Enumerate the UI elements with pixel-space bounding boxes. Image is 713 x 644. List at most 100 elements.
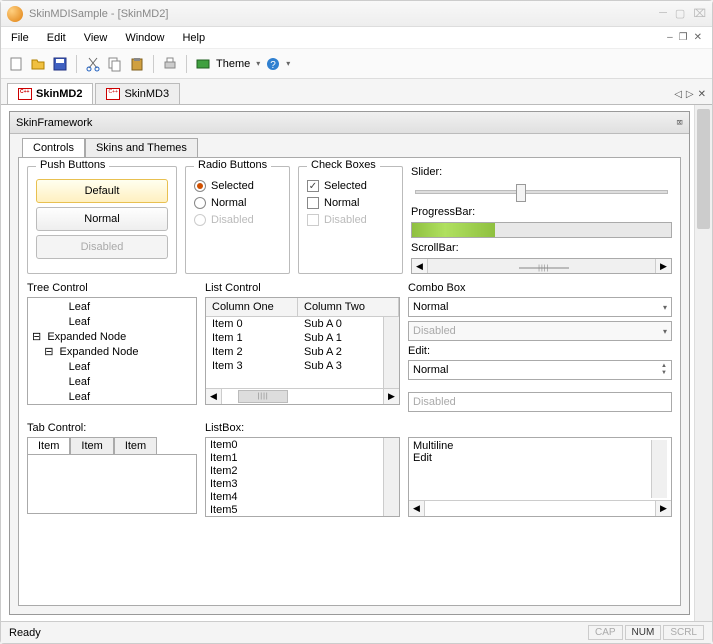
check-normal[interactable]: Normal <box>307 197 394 209</box>
tabctrl-tab[interactable]: Item <box>70 437 113 454</box>
tabctrl-tab[interactable]: Item <box>114 437 157 454</box>
radio-icon <box>194 197 206 209</box>
menu-view[interactable]: View <box>84 32 108 44</box>
scroll-thumb-icon[interactable]: |||| <box>519 267 569 269</box>
tab-controls[interactable]: Controls <box>22 138 85 157</box>
tree-item[interactable]: Leaf <box>28 375 196 390</box>
cut-icon[interactable] <box>84 55 102 73</box>
scroll-left-icon[interactable]: ◀ <box>206 389 222 404</box>
theme-icon[interactable] <box>194 55 212 73</box>
tab-control: Item Item Item <box>27 437 197 517</box>
scroll-thumb-icon[interactable]: |||| <box>238 390 288 403</box>
slider[interactable] <box>415 190 668 194</box>
tree-item[interactable]: Leaf <box>28 360 196 375</box>
progress-label: ProgressBar: <box>411 206 672 218</box>
help-dropdown-arrow-icon[interactable]: ▾ <box>286 59 290 68</box>
tree-item[interactable]: Leaf <box>28 315 196 330</box>
default-button[interactable]: Default <box>36 179 168 203</box>
listbox-item[interactable]: Item3 <box>210 478 379 491</box>
menu-edit[interactable]: Edit <box>47 32 66 44</box>
scroll-left-icon[interactable]: ◀ <box>409 501 425 516</box>
mdi-minimize-icon[interactable]: – <box>667 32 673 43</box>
listbox[interactable]: Item0 Item1 Item2 Item3 Item4 Item5 <box>205 437 400 517</box>
tree-control[interactable]: Leaf Leaf ⊟ Expanded Node ⊟ Expanded Nod… <box>27 297 197 405</box>
maximize-icon[interactable]: ▢ <box>675 7 685 20</box>
multi-vscroll[interactable] <box>651 440 667 498</box>
app-logo-icon <box>7 6 23 22</box>
status-ready: Ready <box>9 627 41 639</box>
radio-normal[interactable]: Normal <box>194 197 281 209</box>
list-label: List Control <box>205 282 400 294</box>
tab-prev-icon[interactable]: ◁ <box>674 89 682 100</box>
window-title: SkinMDISample - [SkinMD2] <box>29 8 659 20</box>
chevron-down-icon[interactable]: ▾ <box>663 303 667 312</box>
scroll-thumb-icon[interactable] <box>697 109 710 229</box>
combo-normal[interactable]: Normal▾ <box>408 297 672 317</box>
paste-icon[interactable] <box>128 55 146 73</box>
list-header-col2[interactable]: Column Two <box>298 298 399 316</box>
client-vscroll[interactable] <box>694 105 712 621</box>
listbox-label: ListBox: <box>205 422 400 434</box>
child-close-icon[interactable]: ⌧ <box>676 116 683 129</box>
check-boxes-group: Check Boxes Selected Normal Disabled <box>298 166 403 274</box>
open-folder-icon[interactable] <box>29 55 47 73</box>
tab-skins-themes[interactable]: Skins and Themes <box>85 138 198 157</box>
menu-window[interactable]: Window <box>125 32 164 44</box>
listbox-item[interactable]: Item2 <box>210 465 379 478</box>
minimize-icon[interactable]: ─ <box>659 7 667 20</box>
tab-close-icon[interactable]: ✕ <box>698 89 706 100</box>
scroll-right-icon[interactable]: ▶ <box>383 389 399 404</box>
mdi-restore-icon[interactable]: ❐ <box>679 32 688 43</box>
listbox-vscroll[interactable] <box>383 438 399 516</box>
multiline-edit[interactable]: Multiline Edit ◀ ▶ <box>408 437 672 517</box>
radio-selected[interactable]: Selected <box>194 180 281 192</box>
list-control[interactable]: Column One Column Two Item 0Sub A 0 Item… <box>205 297 400 405</box>
combo-label: Combo Box <box>408 282 672 294</box>
radio-icon <box>194 180 206 192</box>
check-legend: Check Boxes <box>307 159 380 171</box>
radio-disabled: Disabled <box>194 214 281 226</box>
radio-legend: Radio Buttons <box>194 159 271 171</box>
tabctrl-label: Tab Control: <box>27 422 197 434</box>
help-icon[interactable]: ? <box>264 55 282 73</box>
print-icon[interactable] <box>161 55 179 73</box>
listbox-item[interactable]: Item0 <box>210 439 379 452</box>
doc-tab-skinmd3[interactable]: SkinMD3 <box>95 83 180 104</box>
check-selected[interactable]: Selected <box>307 180 394 192</box>
save-icon[interactable] <box>51 55 69 73</box>
tabctrl-tab[interactable]: Item <box>27 437 70 454</box>
tree-item[interactable]: ⊟ Expanded Node <box>28 345 196 360</box>
tab-next-icon[interactable]: ▷ <box>686 89 694 100</box>
normal-button[interactable]: Normal <box>36 207 168 231</box>
scroll-right-icon[interactable]: ▶ <box>655 501 671 516</box>
listbox-item[interactable]: Item4 <box>210 491 379 504</box>
spin-icon[interactable]: ▲▼ <box>661 363 667 377</box>
doc-tab-skinmd2[interactable]: SkinMD2 <box>7 83 93 104</box>
scrollbar[interactable]: ◀ |||| ▶ <box>411 258 672 274</box>
tree-item[interactable]: Leaf <box>28 390 196 405</box>
svg-text:?: ? <box>270 60 276 71</box>
theme-dropdown-label[interactable]: Theme <box>216 58 250 70</box>
list-header-col1[interactable]: Column One <box>206 298 298 316</box>
slider-thumb-icon[interactable] <box>516 184 526 202</box>
menu-file[interactable]: File <box>11 32 29 44</box>
checkbox-icon <box>307 214 319 226</box>
copy-icon[interactable] <box>106 55 124 73</box>
scroll-right-icon[interactable]: ▶ <box>655 259 671 273</box>
listbox-item[interactable]: Item5 <box>210 504 379 516</box>
slider-label: Slider: <box>411 166 672 178</box>
status-num: NUM <box>625 625 662 640</box>
close-icon[interactable]: ⌧ <box>693 7 706 20</box>
new-file-icon[interactable] <box>7 55 25 73</box>
listbox-item[interactable]: Item1 <box>210 452 379 465</box>
list-vscroll[interactable] <box>383 317 399 388</box>
list-row: Item 0Sub A 0 <box>206 317 383 331</box>
theme-dropdown-arrow-icon[interactable]: ▾ <box>256 59 260 68</box>
edit-normal[interactable]: Normal▲▼ <box>408 360 672 380</box>
tree-item[interactable]: ⊟ Expanded Node <box>28 330 196 345</box>
mdi-close-icon[interactable]: ✕ <box>694 32 702 43</box>
tree-item[interactable]: Leaf <box>28 300 196 315</box>
scroll-left-icon[interactable]: ◀ <box>412 259 428 273</box>
menu-help[interactable]: Help <box>182 32 205 44</box>
app-window: SkinMDISample - [SkinMD2] ─ ▢ ⌧ File Edi… <box>0 0 713 644</box>
